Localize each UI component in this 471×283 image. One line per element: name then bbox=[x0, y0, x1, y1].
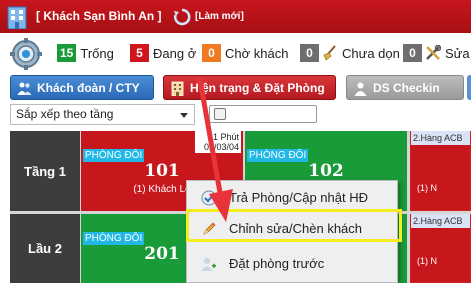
floor-label-text: Lầu 2 bbox=[28, 241, 62, 256]
main-toolbar: Khách đoàn / CTY Hiện trạng & Đặt Phòng … bbox=[0, 73, 471, 101]
group-icon bbox=[17, 82, 32, 95]
stat-waiting-count: 0 bbox=[202, 44, 221, 62]
refresh-icon[interactable] bbox=[173, 8, 191, 26]
room-card-body: (1) N bbox=[411, 145, 470, 210]
floor-label: Lầu 2 bbox=[10, 214, 80, 283]
add-user-icon bbox=[201, 258, 216, 271]
pencil-icon bbox=[203, 222, 216, 235]
chevron-down-icon bbox=[180, 113, 188, 118]
checkin-list-label: DS Checkin bbox=[373, 81, 440, 95]
menu-item-reserve[interactable]: Đặt phòng trước bbox=[187, 247, 397, 281]
building-icon bbox=[171, 81, 184, 96]
menu-item-checkout-label: Trả Phòng/Cập nhật HĐ bbox=[229, 190, 368, 205]
room-group-header: 2.Hàng ACB bbox=[411, 131, 470, 145]
room-context-menu: Trả Phòng/Cập nhật HĐ Chỉnh sửa/Chèn khá… bbox=[186, 180, 398, 283]
stat-dirty-label: Chưa dọn bbox=[342, 45, 400, 61]
stat-vacant-label: Trống bbox=[80, 45, 114, 61]
stat-occupied-count: 5 bbox=[130, 44, 149, 62]
stat-waiting-label: Chờ khách bbox=[225, 45, 289, 61]
user-icon bbox=[354, 82, 367, 96]
tools-icon bbox=[426, 45, 441, 60]
stat-occupied-label: Đang ở bbox=[153, 45, 197, 61]
stat-waiting[interactable]: 0 Chờ khách bbox=[202, 44, 288, 62]
menu-item-edit-guest-label: Chỉnh sửa/Chèn khách bbox=[229, 221, 363, 236]
room-card[interactable]: 2.Hàng ACB (1) N bbox=[410, 131, 471, 211]
sort-select-value: Sắp xếp theo tầng bbox=[16, 107, 114, 121]
hotel-icon bbox=[7, 6, 27, 29]
zoom-slider-handle[interactable] bbox=[214, 108, 226, 120]
zoom-slider[interactable] bbox=[209, 105, 317, 123]
room-status-button[interactable]: Hiện trạng & Đặt Phòng bbox=[163, 75, 336, 100]
stay-duration-time: 1 Phút bbox=[212, 132, 239, 142]
room-status-summary: 15 Trống 5 Đang ở 0 Chờ khách 0 Chưa dọn… bbox=[0, 33, 471, 73]
room-card[interactable]: 2.Hàng ACB (1) N bbox=[410, 214, 471, 283]
broom-icon bbox=[323, 45, 336, 61]
stay-duration-date: 02/03/04 bbox=[203, 142, 239, 152]
room-status-label: Hiện trạng & Đặt Phòng bbox=[190, 81, 325, 95]
stat-repair-label: Sửa bbox=[445, 45, 470, 61]
stat-vacant[interactable]: 15 Trống bbox=[57, 44, 114, 62]
checkin-list-button[interactable]: DS Checkin bbox=[346, 75, 464, 100]
menu-item-edit-guest[interactable]: Chỉnh sửa/Chèn khách bbox=[187, 212, 397, 246]
group-booking-button[interactable]: Khách đoàn / CTY bbox=[10, 75, 154, 100]
stat-dirty[interactable]: 0 Chưa dọn bbox=[300, 44, 400, 62]
group-booking-label: Khách đoàn / CTY bbox=[37, 81, 140, 95]
more-button[interactable] bbox=[467, 75, 471, 100]
checkout-icon bbox=[201, 190, 217, 206]
stay-duration: 1 Phút 02/03/04 bbox=[195, 131, 241, 153]
stat-repair-count: 0 bbox=[403, 44, 422, 62]
floor-label: Tầng 1 bbox=[10, 131, 80, 211]
room-guest-info: (1) N bbox=[417, 183, 437, 193]
app-header: [ Khách Sạn Bình An ] [Làm mới] bbox=[0, 0, 471, 33]
menu-item-checkout[interactable]: Trả Phòng/Cập nhật HĐ bbox=[187, 181, 397, 215]
stat-vacant-count: 15 bbox=[57, 44, 77, 62]
sort-select[interactable]: Sắp xếp theo tầng bbox=[10, 104, 195, 125]
room-card-body: (1) N bbox=[411, 228, 470, 282]
floor-label-text: Tầng 1 bbox=[24, 163, 66, 179]
stat-dirty-count: 0 bbox=[300, 44, 319, 62]
hotel-title: [ Khách Sạn Bình An ] bbox=[36, 9, 162, 23]
room-number: 101 bbox=[144, 161, 180, 181]
stat-repair[interactable]: 0 Sửa bbox=[403, 44, 470, 62]
gear-icon[interactable] bbox=[10, 38, 42, 70]
room-number: 102 bbox=[308, 161, 344, 181]
room-guest-info: (1) N bbox=[417, 256, 437, 266]
stat-occupied[interactable]: 5 Đang ở bbox=[130, 44, 196, 62]
refresh-link[interactable]: [Làm mới] bbox=[195, 11, 244, 22]
room-group-header: 2.Hàng ACB bbox=[411, 214, 470, 228]
menu-item-reserve-label: Đặt phòng trước bbox=[229, 256, 325, 271]
